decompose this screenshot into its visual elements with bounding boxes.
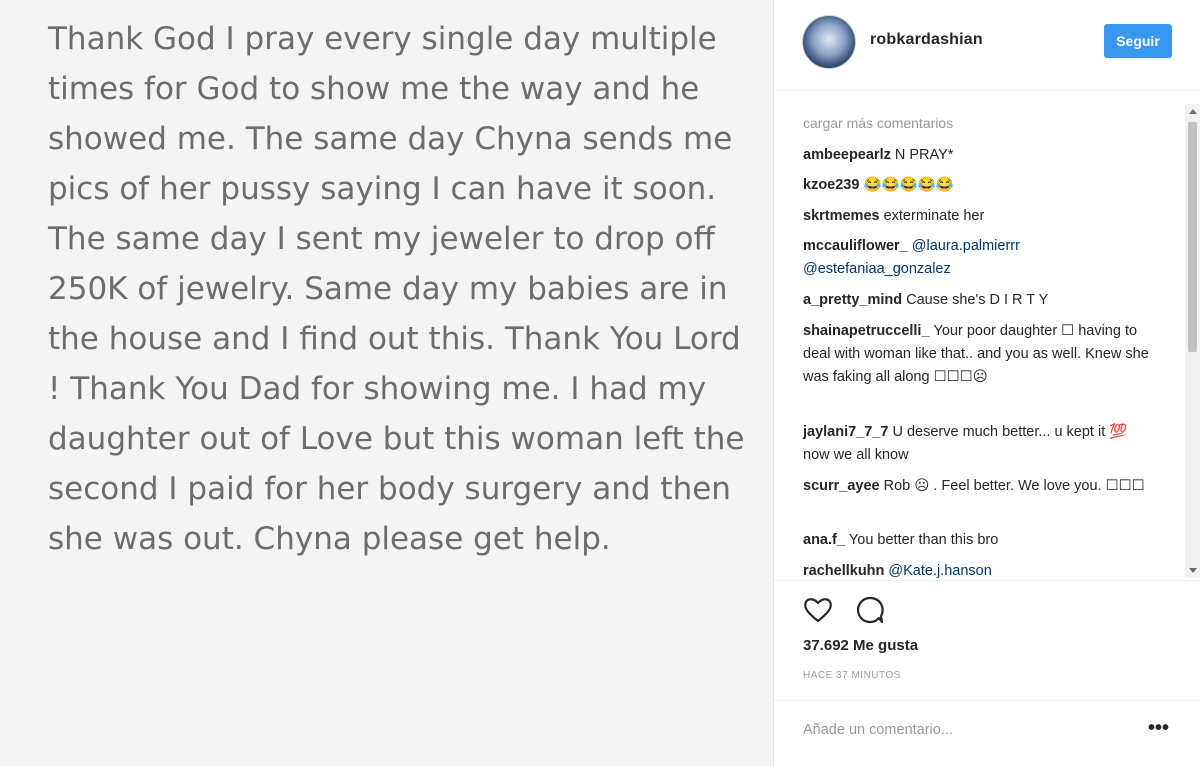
follow-button[interactable]: Seguir: [1104, 24, 1172, 58]
note-text: Thank God I pray every single day multip…: [48, 21, 745, 557]
comment-item: rachellkuhn @Kate.j.hanson: [803, 560, 1153, 578]
comment-item: skrtmemes exterminate her: [803, 205, 1153, 228]
comment-item: scurr_ayee Rob ☹ . Feel better. We love y…: [803, 475, 1153, 498]
scroll-up-arrow-icon[interactable]: [1189, 109, 1197, 114]
post-timestamp[interactable]: HACE 37 MINUTOS: [803, 670, 901, 681]
add-comment-input[interactable]: [803, 719, 1123, 741]
likes-count[interactable]: 37.692 Me gusta: [803, 637, 918, 654]
heart-icon[interactable]: [802, 594, 834, 626]
comment-username[interactable]: a_pretty_mind: [803, 292, 902, 308]
actions-divider: [774, 580, 1200, 581]
comment-username[interactable]: jaylani7_7_7: [803, 424, 888, 440]
comment-item: shainapetruccelli_ Your poor daughter ☐ h…: [803, 320, 1153, 389]
comment-text: Rob ☹ . Feel better. We love you. ☐☐☐: [883, 478, 1145, 494]
comment-item: a_pretty_mind Cause she's D I R T Y: [803, 289, 1153, 312]
load-more-comments-link[interactable]: cargar más comentarios: [803, 115, 953, 131]
comment-username[interactable]: rachellkuhn: [803, 563, 884, 578]
comment-username[interactable]: kzoe239: [803, 177, 859, 193]
comment-text: Cause she's D I R T Y: [906, 292, 1049, 308]
comment-text: 😂😂😂😂😂: [863, 177, 954, 193]
comment-username[interactable]: mccauliflower_: [803, 238, 908, 254]
comment-text: N PRAY*: [894, 147, 954, 163]
comment-mention[interactable]: @Kate.j.hanson: [888, 563, 991, 578]
comment-item: jaylani7_7_7 U deserve much better... u k…: [803, 421, 1153, 467]
comment-text: You better than this bro: [848, 532, 999, 548]
post-sidebar: robkardashian Seguir cargar más comentar…: [774, 0, 1200, 766]
comment-bubble-icon[interactable]: [854, 594, 886, 626]
scrollbar-thumb[interactable]: [1188, 122, 1197, 352]
more-options-icon[interactable]: •••: [1148, 718, 1169, 738]
comment-text: exterminate her: [883, 208, 985, 224]
avatar[interactable]: [802, 15, 856, 69]
comment-username[interactable]: skrtmemes: [803, 208, 880, 224]
comment-username[interactable]: scurr_ayee: [803, 478, 880, 494]
comment-item: ana.f_ You better than this bro: [803, 529, 1153, 552]
comments-list[interactable]: cargar más comentarios ambeepearlz N PRAY…: [774, 104, 1200, 578]
post-header: robkardashian Seguir: [774, 0, 1200, 90]
comment-item: ambeepearlz N PRAY*: [803, 144, 1153, 167]
comment-item: mccauliflower_ @laura.palmierrr @estefani…: [803, 235, 1153, 281]
comments-scrollbar[interactable]: [1185, 104, 1200, 578]
comment-input-divider: [774, 700, 1200, 701]
post-image: Thank God I pray every single day multip…: [0, 0, 773, 766]
comment-username[interactable]: ambeepearlz: [803, 147, 891, 163]
header-divider: [774, 90, 1200, 91]
comment-username[interactable]: ana.f_: [803, 532, 845, 548]
comment-username[interactable]: shainapetruccelli_: [803, 323, 930, 339]
username-link[interactable]: robkardashian: [870, 31, 983, 49]
scroll-down-arrow-icon[interactable]: [1189, 568, 1197, 573]
comment-item: kzoe239 😂😂😂😂😂: [803, 174, 1153, 197]
